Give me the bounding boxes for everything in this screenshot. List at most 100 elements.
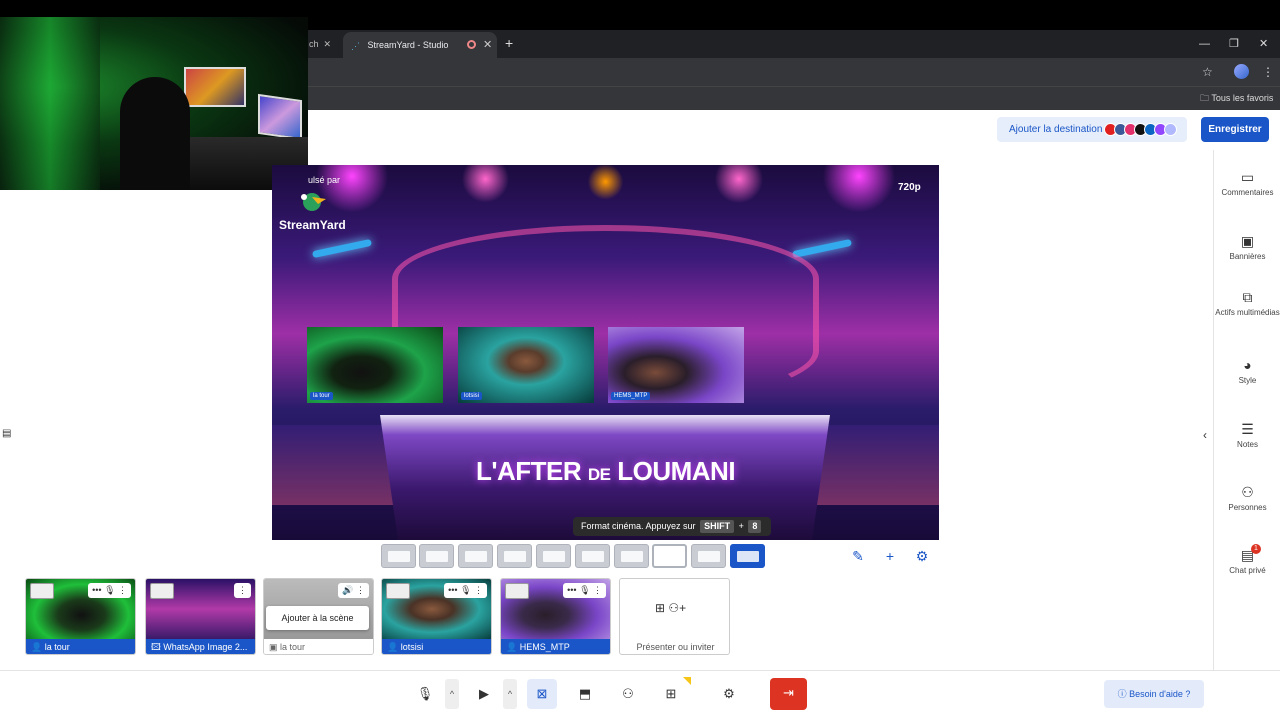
camera-icon[interactable]: ▶ <box>469 679 499 709</box>
microphone-icon[interactable]: 🎙 <box>410 679 440 709</box>
chat-icon: ▤ <box>1240 547 1255 563</box>
invite-guest-icon[interactable]: ⚇ <box>613 679 643 709</box>
rail-banners[interactable]: ▣ Bannières <box>1214 232 1280 262</box>
source-controls[interactable]: ⋮ <box>234 583 251 598</box>
source-thumb-5[interactable]: ••• 🎙 ⋮ 👤 HEMS_MTP <box>500 578 611 655</box>
layout-cinema-icon <box>660 552 682 563</box>
source-controls[interactable]: ••• 🎙 ⋮ <box>88 583 131 598</box>
solo-toggle-icon[interactable] <box>386 583 410 599</box>
source-name: HEMS_MTP <box>519 642 570 652</box>
layout-tooltip: Format cinéma. Appuyez sur SHIFT + 8 <box>573 517 772 536</box>
help-label: Besoin d'aide ? <box>1129 689 1191 699</box>
record-button[interactable]: Enregistrer <box>1201 117 1269 142</box>
participant-name-tag: HEMS_MTP <box>611 392 651 400</box>
resolution-badge: 720p <box>898 182 921 193</box>
rail-label: Actifs multimédias <box>1215 308 1280 317</box>
profile-avatar[interactable] <box>1234 64 1249 79</box>
webcam-green-wall <box>0 17 100 190</box>
stage-participant-1[interactable]: la tour <box>307 327 443 403</box>
add-to-stage-button[interactable]: Ajouter à la scène <box>266 606 369 630</box>
layout-grid-icon <box>698 551 720 562</box>
layout-solo-button[interactable] <box>381 544 416 568</box>
help-button[interactable]: ⓘ Besoin d'aide ? <box>1104 680 1204 708</box>
present-invite-label: Présenter ou inviter <box>636 642 715 652</box>
solo-toggle-icon[interactable] <box>30 583 54 599</box>
source-label: 👤 HEMS_MTP <box>501 639 610 654</box>
rail-style[interactable]: ◕ Style <box>1214 356 1280 386</box>
people-icon: ⚇ <box>1241 484 1254 500</box>
tooltip-key-shift: SHIFT <box>700 520 735 533</box>
rail-people[interactable]: ⚇ Personnes <box>1214 483 1280 513</box>
hide-self-icon[interactable]: ⊠ <box>527 679 557 709</box>
layout-row-icon <box>737 551 759 562</box>
layout-sidebar-button[interactable] <box>536 544 571 568</box>
rail-label: Personnes <box>1228 503 1267 512</box>
rail-media[interactable]: ⧉ Actifs multimédias <box>1214 288 1280 318</box>
source-label: 👤 lotsisi <box>382 639 491 654</box>
restore-icon[interactable]: ❐ <box>1229 30 1239 58</box>
layout-leader-button[interactable] <box>458 544 493 568</box>
right-panel-collapse-icon[interactable]: ‹ <box>1203 428 1207 442</box>
mic-options-chevron-icon[interactable]: ^ <box>445 679 459 709</box>
source-controls[interactable]: ••• 🎙 ⋮ <box>444 583 487 598</box>
close-window-icon[interactable]: ✕ <box>1259 30 1268 58</box>
stage-participant-3[interactable]: HEMS_MTP <box>608 327 744 403</box>
layout-multi-button[interactable] <box>497 544 532 568</box>
layout-group-button[interactable] <box>419 544 454 568</box>
show-title-de: DE <box>587 465 611 484</box>
add-icon[interactable]: + <box>879 545 901 567</box>
webcam-monitor-2 <box>258 93 302 141</box>
webcam-monitor <box>184 67 246 107</box>
stage-settings-gear-icon[interactable]: ⚙ <box>911 545 933 567</box>
rail-notes[interactable]: ☰ Notes <box>1214 420 1280 450</box>
destination-platform-icon <box>1164 123 1177 136</box>
tooltip-plus: + <box>738 521 744 531</box>
source-label: 👤 la tour <box>26 639 135 654</box>
close-tab-icon[interactable]: ✕ <box>483 32 492 58</box>
share-screen-icon[interactable]: ⬒ <box>570 679 600 709</box>
streamyard-logo-icon <box>301 193 326 211</box>
source-name: la tour <box>44 642 70 652</box>
comment-icon: ▭ <box>1240 169 1255 185</box>
streamyard-favicon-icon: ⋰ <box>351 41 360 51</box>
present-or-invite-card[interactable]: ⊞ ⚇+ Présenter ou inviter <box>619 578 730 655</box>
bookmark-star-icon[interactable]: ☆ <box>1202 58 1213 86</box>
source-name: la tour <box>280 642 306 652</box>
browser-menu-icon[interactable]: ⋮ <box>1262 58 1274 86</box>
layout-cinema-button[interactable] <box>652 544 687 568</box>
leave-studio-icon[interactable]: ⇥ <box>770 678 807 710</box>
rail-private-chat[interactable]: ▤ Chat privé <box>1214 546 1280 576</box>
solo-toggle-icon[interactable] <box>150 583 174 599</box>
minimize-icon[interactable]: — <box>1199 30 1210 58</box>
hd-quality-icon[interactable]: ⊞ <box>656 679 686 709</box>
layout-sidebar-icon <box>543 551 565 562</box>
layout-pip-button[interactable] <box>575 544 610 568</box>
left-panel-toggle-icon[interactable]: ▤ <box>2 428 11 439</box>
palette-icon: ◕ <box>1243 357 1252 373</box>
stage-participant-2[interactable]: lotsisi <box>458 327 594 403</box>
source-controls[interactable]: 🔊 ⋮ <box>338 583 369 598</box>
source-thumb-4[interactable]: ••• 🎙 ⋮ 👤 lotsisi <box>381 578 492 655</box>
layout-row-button[interactable] <box>730 544 765 568</box>
source-controls[interactable]: ••• 🎙 ⋮ <box>563 583 606 598</box>
layout-grid-button[interactable] <box>691 544 726 568</box>
right-sidebar: ▭ Commentaires ▣ Bannières ⧉ Actifs multimé… <box>1213 150 1280 670</box>
show-title: L'AFTER DE LOUMANI <box>272 456 939 487</box>
rail-label: Chat privé <box>1229 566 1266 575</box>
rail-label: Notes <box>1237 440 1258 449</box>
new-tab-icon[interactable]: + <box>505 30 513 56</box>
settings-gear-icon[interactable]: ⚙ <box>714 679 744 709</box>
rail-comments[interactable]: ▭ Commentaires <box>1214 168 1280 198</box>
source-thumb-2[interactable]: ⋮ 🖾 WhatsApp Image 2... <box>145 578 256 655</box>
show-title-part2: LOUMANI <box>610 456 736 486</box>
source-thumb-1[interactable]: ••• 🎙 ⋮ 👤 la tour <box>25 578 136 655</box>
edit-pencil-icon[interactable]: ✎ <box>847 545 869 567</box>
browser-tab-studio[interactable]: ⋰ StreamYard - Studio ✕ <box>343 32 497 58</box>
solo-toggle-icon[interactable] <box>505 583 529 599</box>
camera-options-chevron-icon[interactable]: ^ <box>503 679 517 709</box>
tooltip-key-8: 8 <box>748 520 762 533</box>
layout-screen-button[interactable] <box>614 544 649 568</box>
rail-label: Bannières <box>1229 252 1266 261</box>
source-name: WhatsApp Image 2... <box>163 642 248 652</box>
bookmarks-folder[interactable]: 🗀 Tous les favoris <box>1200 87 1273 109</box>
